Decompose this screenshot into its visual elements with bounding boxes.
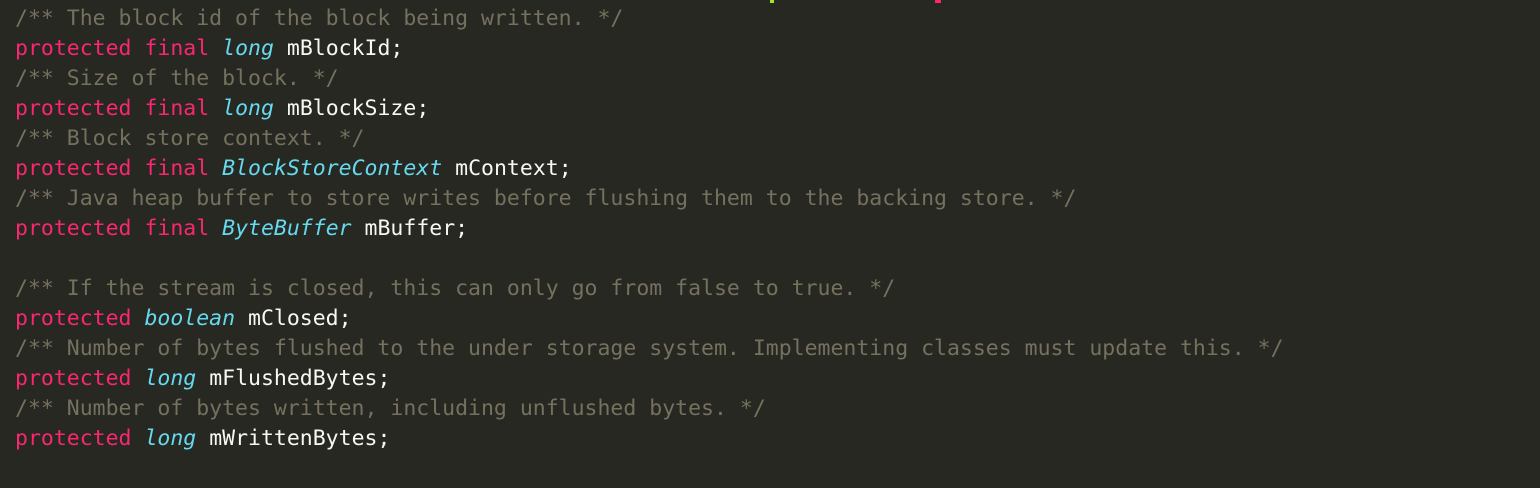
code-identifier: mBlockId;: [286, 36, 404, 61]
code-line-blank[interactable]: [15, 244, 1535, 274]
code-keyword: protected: [15, 216, 132, 241]
code-line[interactable]: /** Size of the block. */: [15, 64, 1535, 94]
code-line[interactable]: protected final long mBlockSize;: [15, 94, 1535, 124]
code-line[interactable]: /** Number of bytes written, including u…: [15, 394, 1535, 424]
code-line[interactable]: /** Block store context. */: [15, 124, 1535, 154]
code-keyword: protected: [15, 306, 132, 331]
code-comment: /** The block id of the block being writ…: [15, 6, 624, 31]
code-type: long: [144, 426, 197, 451]
code-line[interactable]: /** Number of bytes flushed to the under…: [15, 334, 1535, 364]
code-comment: /** Number of bytes flushed to the under…: [15, 336, 1284, 361]
code-type: boolean: [144, 306, 236, 331]
code-type: BlockStoreContext: [222, 156, 443, 181]
code-keyword: protected: [15, 366, 132, 391]
code-keyword: protected: [15, 36, 132, 61]
code-editor[interactable]: /** The block id of the block being writ…: [15, 4, 1535, 454]
code-identifier: mWrittenBytes;: [209, 426, 391, 451]
top-edge-marker-green: [770, 0, 774, 3]
code-line[interactable]: /** If the stream is closed, this can on…: [15, 274, 1535, 304]
code-line[interactable]: protected long mFlushedBytes;: [15, 364, 1535, 394]
code-comment: /** If the stream is closed, this can on…: [15, 276, 896, 301]
code-keyword: protected: [15, 426, 132, 451]
code-keyword: final: [144, 216, 210, 241]
code-identifier: mFlushedBytes;: [209, 366, 391, 391]
code-type: ByteBuffer: [222, 216, 352, 241]
code-line[interactable]: protected final long mBlockId;: [15, 34, 1535, 64]
code-identifier: mClosed;: [248, 306, 352, 331]
code-comment: /** Block store context. */: [15, 126, 365, 151]
code-identifier: mBuffer;: [364, 216, 469, 241]
code-type: long: [222, 36, 274, 61]
code-line[interactable]: protected boolean mClosed;: [15, 304, 1535, 334]
code-keyword: final: [144, 156, 210, 181]
code-comment: /** Java heap buffer to store writes bef…: [15, 186, 1077, 211]
code-keyword: final: [144, 96, 210, 121]
top-edge-marker-pink: [935, 0, 941, 3]
code-line[interactable]: /** Java heap buffer to store writes bef…: [15, 184, 1535, 214]
code-line[interactable]: /** The block id of the block being writ…: [15, 4, 1535, 34]
code-identifier: mContext;: [455, 156, 572, 181]
code-comment: /** Size of the block. */: [15, 66, 339, 91]
code-line[interactable]: protected long mWrittenBytes;: [15, 424, 1535, 454]
code-line[interactable]: protected final ByteBuffer mBuffer;: [15, 214, 1535, 244]
code-type: long: [144, 366, 197, 391]
code-line[interactable]: protected final BlockStoreContext mConte…: [15, 154, 1535, 184]
code-identifier: mBlockSize;: [286, 96, 430, 121]
code-keyword: protected: [15, 156, 132, 181]
code-keyword: protected: [15, 96, 132, 121]
code-keyword: final: [144, 36, 210, 61]
code-comment: /** Number of bytes written, including u…: [15, 396, 766, 421]
code-type: long: [222, 96, 274, 121]
